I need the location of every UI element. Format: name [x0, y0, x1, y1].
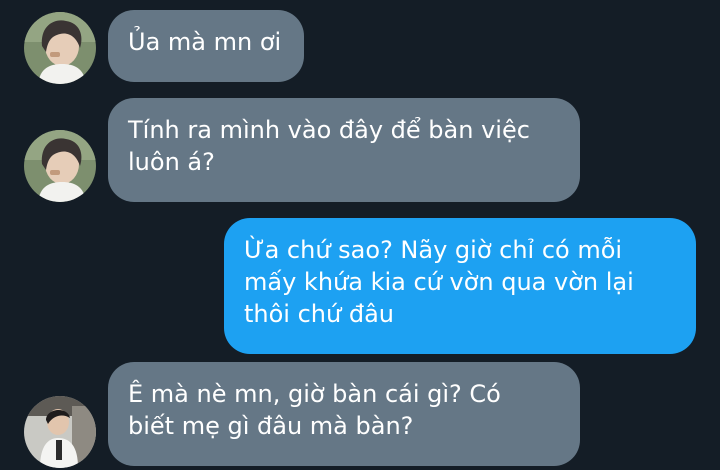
- outgoing-message-bubble[interactable]: Ừa chứ sao? Nãy giờ chỉ có mỗi mấy khứa …: [224, 218, 696, 354]
- message-text-line: Ủa mà mn ơi: [128, 28, 282, 56]
- message-thread: Ủa mà mn ơi Tính ra mình vào đây để bàn …: [0, 0, 720, 470]
- sender-avatar[interactable]: [24, 12, 96, 84]
- profile-photo-icon: [24, 396, 96, 468]
- message-text-line: luôn á?: [128, 148, 215, 176]
- incoming-message-bubble[interactable]: Ủa mà mn ơi: [108, 10, 304, 82]
- message-text-line: Ê mà nè mn, giờ bàn cái gì? Có: [128, 380, 501, 408]
- sender-avatar[interactable]: [24, 130, 96, 202]
- message-text-line: thôi chứ đâu: [244, 300, 394, 328]
- message-text-line: Ừa chứ sao? Nãy giờ chỉ có mỗi: [244, 236, 623, 264]
- incoming-message-bubble[interactable]: Ê mà nè mn, giờ bàn cái gì? Có biết mẹ g…: [108, 362, 580, 466]
- message-text-line: Tính ra mình vào đây để bàn việc: [128, 116, 530, 144]
- message-text-line: mấy khứa kia cứ vờn qua vờn lại: [244, 268, 634, 296]
- profile-photo-icon: [24, 12, 96, 84]
- profile-photo-icon: [24, 130, 96, 202]
- sender-avatar[interactable]: [24, 396, 96, 468]
- message-text-line: biết mẹ gì đâu mà bàn?: [128, 412, 414, 440]
- incoming-message-bubble[interactable]: Tính ra mình vào đây để bàn việc luôn á?: [108, 98, 580, 202]
